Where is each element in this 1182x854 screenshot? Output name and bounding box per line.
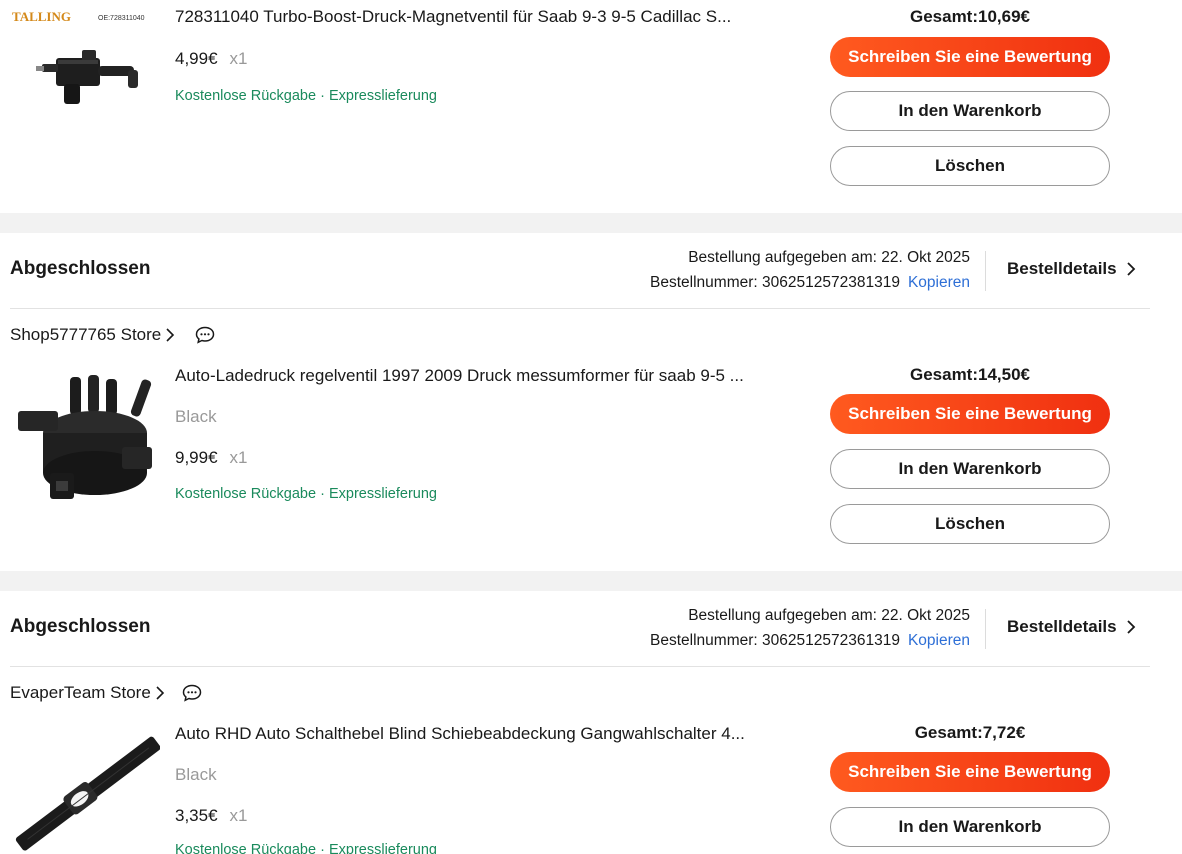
order-status: Abgeschlossen (10, 616, 151, 637)
quantity: x1 (229, 448, 248, 467)
order-number: Bestellnummer: 3062512572361319 (650, 632, 900, 649)
product-title[interactable]: Auto RHD Auto Schalthebel Blind Schiebea… (175, 724, 775, 744)
product-thumbnail[interactable] (10, 363, 160, 513)
price-value: 9,99€ (175, 448, 218, 467)
product-variant: Black (175, 407, 217, 426)
delete-button[interactable]: Löschen (830, 146, 1110, 186)
product-variant: Black (175, 765, 217, 784)
order-number: Bestellnummer: 3062512572381319 (650, 274, 900, 291)
add-to-cart-button[interactable]: In den Warenkorb (830, 449, 1110, 489)
product-price: 4,99€ x1 (175, 49, 248, 69)
perk-express: Expresslieferung (328, 842, 437, 854)
svg-text:OE:728311040: OE:728311040 (98, 15, 145, 22)
perks-line: Kostenlose Rückgabe · Expresslieferung (175, 486, 437, 502)
order-details-label: Bestelldetails (1007, 617, 1117, 636)
order-meta: Bestellung aufgegeben am: 22. Okt 2025 B… (650, 245, 970, 295)
order-total: Gesamt:7,72€ (914, 723, 1026, 742)
section-divider (0, 213, 1182, 233)
product-price: 9,99€ x1 (175, 448, 248, 468)
chevron-right-icon (156, 686, 164, 700)
copy-order-number-link[interactable]: Kopieren (908, 632, 970, 649)
header-divider (10, 308, 1150, 309)
order-details-label: Bestelldetails (1007, 259, 1117, 278)
store-name: EvaperTeam Store (10, 683, 151, 702)
chevron-right-icon (166, 328, 175, 342)
product-price: 3,35€ x1 (175, 806, 248, 826)
quantity: x1 (229, 49, 248, 68)
image-brand-text: TALLING (12, 9, 71, 24)
store-name: Shop5777765 Store (10, 325, 162, 344)
chevron-right-icon (1126, 262, 1135, 276)
order-details-link[interactable]: Bestelldetails (1007, 259, 1137, 279)
write-review-button[interactable]: Schreiben Sie eine Bewertung (830, 394, 1110, 434)
order-date: Bestellung aufgegeben am: 22. Okt 2025 (688, 607, 970, 624)
product-title[interactable]: Auto-Ladedruck regelventil 1997 2009 Dru… (175, 366, 775, 386)
copy-order-number-link[interactable]: Kopieren (908, 274, 970, 291)
write-review-button[interactable]: Schreiben Sie eine Bewertung (830, 752, 1110, 792)
perks-line: Kostenlose Rückgabe · Expresslieferung (175, 88, 437, 104)
perk-free-return: Kostenlose Rückgabe (175, 88, 317, 104)
chat-icon[interactable] (195, 326, 215, 344)
add-to-cart-button[interactable]: In den Warenkorb (830, 91, 1110, 131)
header-divider (10, 666, 1150, 667)
perk-free-return: Kostenlose Rückgabe (175, 486, 317, 502)
order-card-1: TALLING OE:728311040 728311040 Turbo-Boo… (0, 0, 1182, 213)
order-details-link[interactable]: Bestelldetails (1007, 617, 1137, 637)
chat-icon[interactable] (182, 684, 202, 702)
order-total: Gesamt:10,69€ (909, 7, 1031, 26)
order-card-2: Abgeschlossen Bestellung aufgegeben am: … (0, 233, 1182, 571)
store-link[interactable]: EvaperTeam Store (10, 683, 165, 703)
order-status: Abgeschlossen (10, 258, 151, 279)
price-value: 3,35€ (175, 806, 218, 825)
chevron-right-icon (1126, 620, 1135, 634)
order-card-3: Abgeschlossen Bestellung aufgegeben am: … (0, 591, 1182, 854)
order-date: Bestellung aufgegeben am: 22. Okt 2025 (688, 249, 970, 266)
perk-express: Expresslieferung (328, 88, 437, 104)
write-review-button[interactable]: Schreiben Sie eine Bewertung (830, 37, 1110, 77)
perk-express: Expresslieferung (328, 486, 437, 502)
order-number-line: Bestellnummer: 3062512572381319 Kopieren (650, 270, 970, 295)
store-link[interactable]: Shop5777765 Store (10, 325, 175, 345)
order-total: Gesamt:14,50€ (909, 365, 1031, 384)
add-to-cart-button[interactable]: In den Warenkorb (830, 807, 1110, 847)
order-number-line: Bestellnummer: 3062512572361319 Kopieren (650, 628, 970, 653)
perks-line: Kostenlose Rückgabe · Expresslieferung (175, 842, 437, 854)
product-thumbnail[interactable]: TALLING OE:728311040 (10, 0, 160, 120)
header-separator (985, 609, 986, 649)
header-separator (985, 251, 986, 291)
section-divider (0, 571, 1182, 591)
delete-button[interactable]: Löschen (830, 504, 1110, 544)
order-meta: Bestellung aufgegeben am: 22. Okt 2025 B… (650, 603, 970, 653)
product-thumbnail[interactable] (10, 721, 161, 854)
product-title[interactable]: 728311040 Turbo-Boost-Druck-Magnetventil… (175, 7, 775, 27)
quantity: x1 (229, 806, 248, 825)
perk-free-return: Kostenlose Rückgabe (175, 842, 317, 854)
price-value: 4,99€ (175, 49, 218, 68)
